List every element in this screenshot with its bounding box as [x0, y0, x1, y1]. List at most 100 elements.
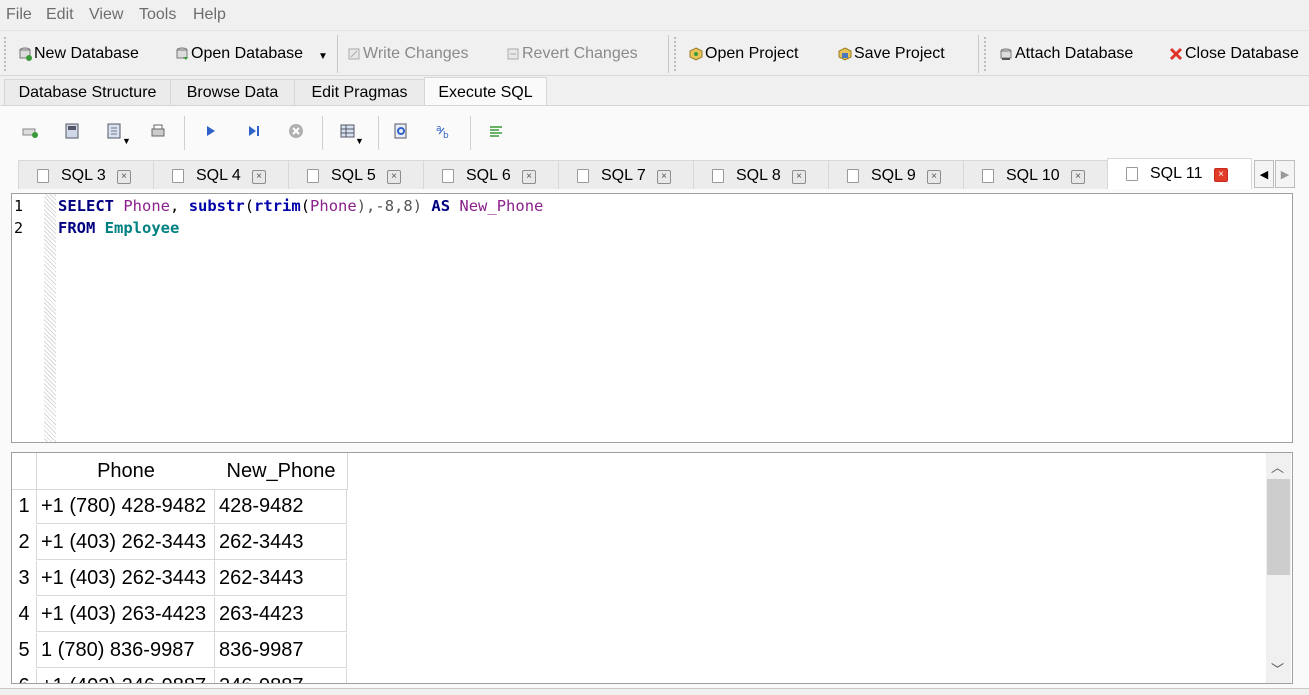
table-cell[interactable]: 836-9987: [215, 633, 347, 668]
chevron-up-icon[interactable]: ︿: [1271, 457, 1284, 476]
table-cell[interactable]: +1 (780) 428-9482: [37, 489, 215, 524]
execute-all-icon[interactable]: [202, 122, 220, 140]
new-database-button[interactable]: New Database: [18, 43, 139, 65]
sql-editor[interactable]: 1 2 SELECT Phone, substr(rtrim(Phone),-8…: [11, 193, 1293, 443]
row-header[interactable]: 6: [12, 669, 37, 683]
comment-lines-icon[interactable]: [487, 122, 505, 140]
function-rtrim: rtrim: [254, 197, 301, 215]
toolbar-grip[interactable]: [674, 37, 680, 71]
tab-execute-sql[interactable]: Execute SQL: [424, 77, 547, 107]
keyword-as: AS: [431, 197, 451, 215]
table-cell[interactable]: 262-3443: [215, 525, 347, 560]
print-icon[interactable]: [149, 122, 167, 140]
fold-margin: [44, 194, 56, 442]
menu-help[interactable]: Help: [193, 6, 226, 24]
column-header-new-phone[interactable]: New_Phone: [215, 453, 348, 490]
tab-scroll-left-button[interactable]: ◀: [1254, 160, 1274, 188]
open-database-button[interactable]: Open Database: [175, 43, 303, 65]
toolbar-separator: [378, 116, 379, 150]
tab-sql-10[interactable]: SQL 10 ×: [963, 160, 1108, 189]
keyword-from: FROM: [58, 219, 96, 237]
tab-scroll-right-button[interactable]: ▶: [1275, 160, 1295, 188]
document-icon: [1126, 167, 1138, 181]
stop-execution-icon[interactable]: [287, 122, 305, 140]
menu-edit[interactable]: Edit: [46, 6, 74, 24]
tab-sql-11[interactable]: SQL 11 ×: [1107, 158, 1252, 189]
table-cell[interactable]: 246-9887: [215, 669, 347, 683]
document-icon: [442, 169, 454, 183]
open-sql-file-icon[interactable]: [63, 122, 81, 140]
open-database-dropdown-icon[interactable]: ▼: [318, 45, 328, 67]
table-cell[interactable]: 263-4423: [215, 597, 347, 632]
tab-sql-3[interactable]: SQL 3 ×: [18, 160, 154, 189]
tab-sql-8[interactable]: SQL 8 ×: [693, 160, 829, 189]
scrollbar-thumb[interactable]: [1267, 479, 1290, 575]
table-cell[interactable]: 262-3443: [215, 561, 347, 596]
document-icon: [577, 169, 589, 183]
toolbar-grip[interactable]: [4, 37, 10, 71]
row-header[interactable]: 1: [12, 489, 37, 524]
toolbar-separator: [470, 116, 471, 150]
close-tab-icon[interactable]: ×: [522, 170, 536, 184]
close-tab-icon[interactable]: ×: [1214, 168, 1228, 182]
save-dropdown-icon[interactable]: ▼: [122, 136, 140, 154]
sql-toolbar: ▼ ▼ ab: [0, 106, 1309, 156]
function-arguments: ),-8,8): [356, 197, 432, 215]
close-tab-icon[interactable]: ×: [252, 170, 266, 184]
menu-file[interactable]: File: [6, 6, 32, 24]
chevron-down-icon[interactable]: ﹀: [1271, 659, 1284, 678]
document-icon: [307, 169, 319, 183]
revert-changes-button[interactable]: Revert Changes: [506, 43, 638, 65]
row-header[interactable]: 3: [12, 561, 37, 596]
save-project-icon: [838, 47, 852, 61]
save-project-button[interactable]: Save Project: [838, 43, 945, 65]
toolbar-grip[interactable]: [984, 37, 990, 71]
find-replace-icon[interactable]: ab: [435, 122, 453, 141]
punctuation: ,: [170, 197, 189, 215]
tab-browse-data[interactable]: Browse Data: [170, 79, 295, 106]
close-tab-icon[interactable]: ×: [792, 170, 806, 184]
table-cell[interactable]: +1 (403) 262-3443: [37, 561, 215, 596]
document-icon: [712, 169, 724, 183]
tab-sql-6[interactable]: SQL 6 ×: [423, 160, 559, 189]
table-cell[interactable]: +1 (403) 263-4423: [37, 597, 215, 632]
close-database-button[interactable]: Close Database: [1169, 43, 1299, 65]
close-tab-icon[interactable]: ×: [117, 170, 131, 184]
table-cell[interactable]: 1 (780) 836-9987: [37, 633, 215, 668]
menu-tools[interactable]: Tools: [139, 6, 176, 24]
tab-edit-pragmas[interactable]: Edit Pragmas: [294, 79, 425, 106]
open-tab-icon[interactable]: [21, 122, 39, 140]
column-header-phone[interactable]: Phone: [37, 453, 216, 490]
attach-database-icon: [999, 47, 1013, 61]
close-tab-icon[interactable]: ×: [657, 170, 671, 184]
table-cell[interactable]: 428-9482: [215, 489, 347, 524]
new-database-icon: [18, 47, 32, 61]
tab-database-structure[interactable]: Database Structure: [4, 79, 171, 106]
menu-view[interactable]: View: [89, 6, 123, 24]
tab-sql-7[interactable]: SQL 7 ×: [558, 160, 694, 189]
table-cell[interactable]: +1 (403) 262-3443: [37, 525, 215, 560]
tab-sql-9[interactable]: SQL 9 ×: [828, 160, 964, 189]
row-header[interactable]: 2: [12, 525, 37, 560]
attach-database-button[interactable]: Attach Database: [999, 43, 1133, 65]
open-project-icon: [689, 47, 703, 61]
close-tab-icon[interactable]: ×: [1071, 170, 1085, 184]
corner-header[interactable]: [12, 453, 37, 490]
execute-current-line-icon[interactable]: [245, 122, 263, 140]
row-header[interactable]: 4: [12, 597, 37, 632]
column-alias: New_Phone: [459, 197, 544, 215]
results-vertical-scrollbar[interactable]: ︿ ﹀: [1266, 453, 1291, 683]
row-header[interactable]: 5: [12, 633, 37, 668]
column-phone: Phone: [310, 197, 357, 215]
open-project-button[interactable]: Open Project: [689, 43, 798, 65]
function-substr: substr: [188, 197, 245, 215]
close-tab-icon[interactable]: ×: [387, 170, 401, 184]
tab-sql-4[interactable]: SQL 4 ×: [153, 160, 289, 189]
tab-sql-5[interactable]: SQL 5 ×: [288, 160, 424, 189]
find-text-icon[interactable]: [392, 122, 410, 140]
close-tab-icon[interactable]: ×: [927, 170, 941, 184]
table-cell[interactable]: +1 (403) 246-9887: [37, 669, 215, 683]
write-changes-button[interactable]: Write Changes: [347, 43, 469, 65]
keyword-select: SELECT: [58, 197, 114, 215]
save-results-dropdown-icon[interactable]: ▼: [355, 136, 373, 154]
